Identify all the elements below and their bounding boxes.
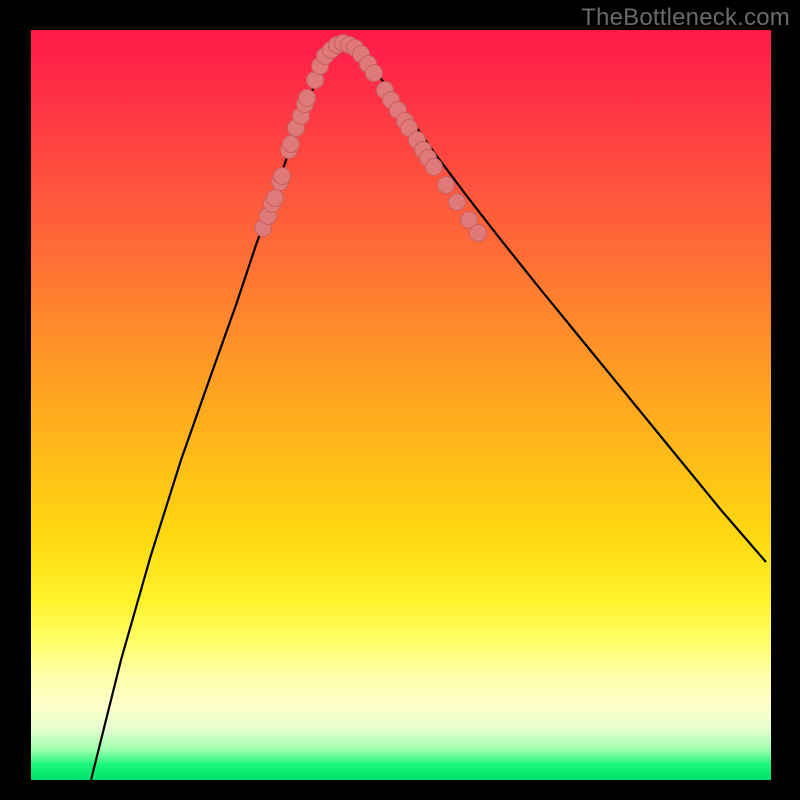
data-dot bbox=[366, 65, 383, 82]
data-dots bbox=[255, 35, 487, 242]
data-dot bbox=[299, 90, 316, 107]
data-dot bbox=[426, 159, 443, 176]
chart-frame: TheBottleneck.com bbox=[0, 0, 800, 800]
data-dot bbox=[470, 225, 487, 242]
data-dot bbox=[438, 177, 455, 194]
data-dot bbox=[274, 168, 291, 185]
curve-layer bbox=[31, 30, 771, 780]
data-dot bbox=[283, 136, 300, 153]
watermark-text: TheBottleneck.com bbox=[581, 4, 790, 32]
data-dot bbox=[267, 190, 284, 207]
data-dot bbox=[449, 194, 466, 211]
